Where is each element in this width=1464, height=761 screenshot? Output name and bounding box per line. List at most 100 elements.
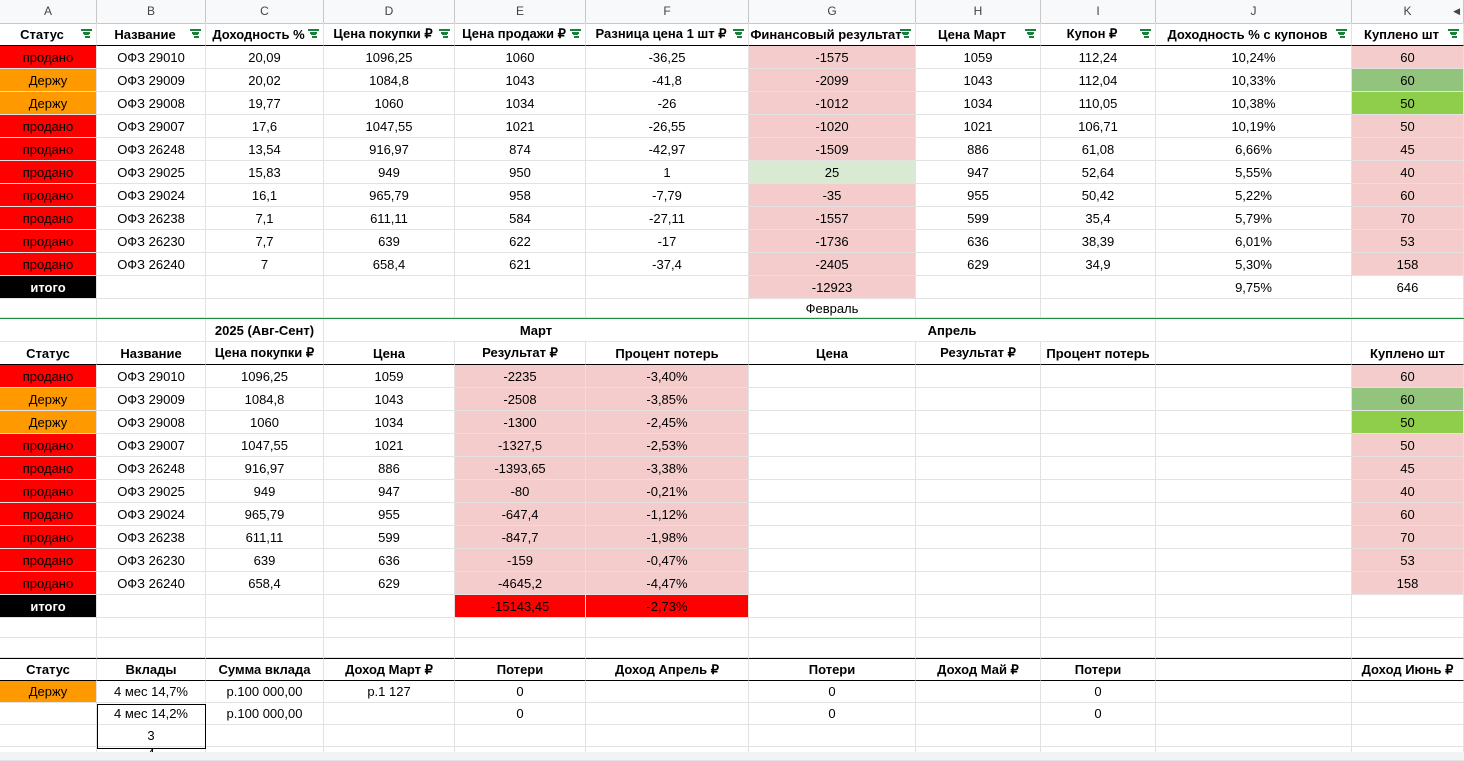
cell[interactable]: 611,11 (324, 207, 455, 230)
cell[interactable]: -35 (749, 184, 916, 207)
cell[interactable]: 949 (206, 480, 324, 503)
cell[interactable]: 5,55% (1156, 161, 1352, 184)
cell[interactable]: ОФЗ 26238 (97, 207, 206, 230)
cell[interactable]: 60 (1352, 388, 1464, 411)
cell[interactable] (324, 595, 455, 618)
cell[interactable]: 19,77 (206, 92, 324, 115)
t1-header-h[interactable]: Цена Март (916, 23, 1041, 46)
t2-header-b[interactable]: Название (97, 342, 206, 365)
cell[interactable]: ОФЗ 26240 (97, 253, 206, 276)
cell[interactable] (916, 595, 1041, 618)
cell[interactable] (749, 549, 916, 572)
cell[interactable]: 112,04 (1041, 69, 1156, 92)
cell[interactable]: 10,33% (1156, 69, 1352, 92)
cell[interactable]: -1,12% (586, 503, 749, 526)
cell[interactable]: 950 (455, 161, 586, 184)
cell[interactable]: 5,79% (1156, 207, 1352, 230)
cell[interactable]: ОФЗ 29010 (97, 46, 206, 69)
cell[interactable]: -1012 (749, 92, 916, 115)
cell[interactable]: -2508 (455, 388, 586, 411)
cell[interactable]: 658,4 (206, 572, 324, 595)
t2-header-c[interactable]: Цена покупки ₽ (206, 342, 324, 365)
cell[interactable]: -36,25 (586, 46, 749, 69)
cell[interactable] (97, 299, 206, 318)
filter-icon[interactable] (439, 29, 450, 38)
cell[interactable] (97, 638, 206, 658)
cell[interactable]: 1059 (916, 46, 1041, 69)
filter-icon[interactable] (1025, 29, 1036, 38)
t2-header-i[interactable]: Процент потерь (1041, 342, 1156, 365)
cell[interactable]: 6,66% (1156, 138, 1352, 161)
cell[interactable]: ОФЗ 26240 (97, 572, 206, 595)
cell[interactable] (1041, 595, 1156, 618)
cell[interactable]: 40 (1352, 480, 1464, 503)
cell[interactable]: ОФЗ 29025 (97, 161, 206, 184)
cell[interactable]: 15,83 (206, 161, 324, 184)
cell[interactable]: 60 (1352, 46, 1464, 69)
cell[interactable] (97, 319, 206, 342)
cell[interactable]: 0 (749, 681, 916, 703)
cell[interactable] (1156, 299, 1352, 318)
cell[interactable]: 1059 (324, 365, 455, 388)
cell[interactable]: ОФЗ 26248 (97, 457, 206, 480)
cell[interactable]: 916,97 (324, 138, 455, 161)
cell[interactable]: 0 (455, 681, 586, 703)
filter-icon[interactable] (900, 29, 911, 38)
cell[interactable] (1352, 725, 1464, 747)
status-cell[interactable]: продано (0, 253, 97, 276)
cell[interactable]: р.1 127 (324, 681, 455, 703)
status-cell[interactable]: продано (0, 207, 97, 230)
cell[interactable] (1041, 638, 1156, 658)
cell[interactable] (455, 299, 586, 318)
cell[interactable]: 955 (916, 184, 1041, 207)
total-label[interactable]: итого (0, 276, 97, 299)
cell[interactable]: 1047,55 (324, 115, 455, 138)
cell[interactable]: ОФЗ 26248 (97, 138, 206, 161)
filter-icon[interactable] (1336, 29, 1347, 38)
cell[interactable]: 106,71 (1041, 115, 1156, 138)
group-march[interactable]: Март (324, 319, 749, 342)
cell[interactable]: 1034 (455, 92, 586, 115)
cell[interactable] (916, 725, 1041, 747)
total-result[interactable]: -12923 (749, 276, 916, 299)
status-cell[interactable]: продано (0, 184, 97, 207)
cell[interactable]: 1047,55 (206, 434, 324, 457)
cell[interactable] (586, 725, 749, 747)
column-letter-c[interactable]: C (206, 0, 324, 23)
t1-header-k[interactable]: Куплено шт (1352, 23, 1464, 46)
cell[interactable] (916, 572, 1041, 595)
cell[interactable]: 60 (1352, 365, 1464, 388)
cell[interactable]: -1300 (455, 411, 586, 434)
cell[interactable] (916, 618, 1041, 638)
cell[interactable] (1041, 434, 1156, 457)
cell[interactable]: 61,08 (1041, 138, 1156, 161)
cell[interactable]: 1096,25 (324, 46, 455, 69)
cell[interactable]: 34,9 (1041, 253, 1156, 276)
cell[interactable] (1156, 457, 1352, 480)
cell[interactable] (749, 572, 916, 595)
cell[interactable]: 20,02 (206, 69, 324, 92)
cell[interactable] (97, 595, 206, 618)
cell[interactable]: -647,4 (455, 503, 586, 526)
t3-header-c[interactable]: Сумма вклада (206, 658, 324, 681)
cell[interactable] (1156, 572, 1352, 595)
cell[interactable]: 158 (1352, 253, 1464, 276)
t3-header-b[interactable]: Вклады (97, 658, 206, 681)
cell[interactable] (749, 457, 916, 480)
t1-header-e[interactable]: Цена продажи ₽ (455, 23, 586, 46)
status-cell[interactable]: продано (0, 434, 97, 457)
cell[interactable] (1041, 480, 1156, 503)
cell[interactable] (749, 618, 916, 638)
cell[interactable]: 25 (749, 161, 916, 184)
cell[interactable]: 1 (586, 161, 749, 184)
cell[interactable]: -42,97 (586, 138, 749, 161)
cell[interactable]: 60 (1352, 69, 1464, 92)
cell[interactable] (916, 411, 1041, 434)
status-cell[interactable]: продано (0, 480, 97, 503)
cell[interactable]: -41,8 (586, 69, 749, 92)
cell[interactable]: 0 (1041, 703, 1156, 725)
cell[interactable] (749, 638, 916, 658)
t1-header-i[interactable]: Купон ₽ (1041, 23, 1156, 46)
status-cell[interactable]: продано (0, 549, 97, 572)
cell[interactable]: 622 (455, 230, 586, 253)
